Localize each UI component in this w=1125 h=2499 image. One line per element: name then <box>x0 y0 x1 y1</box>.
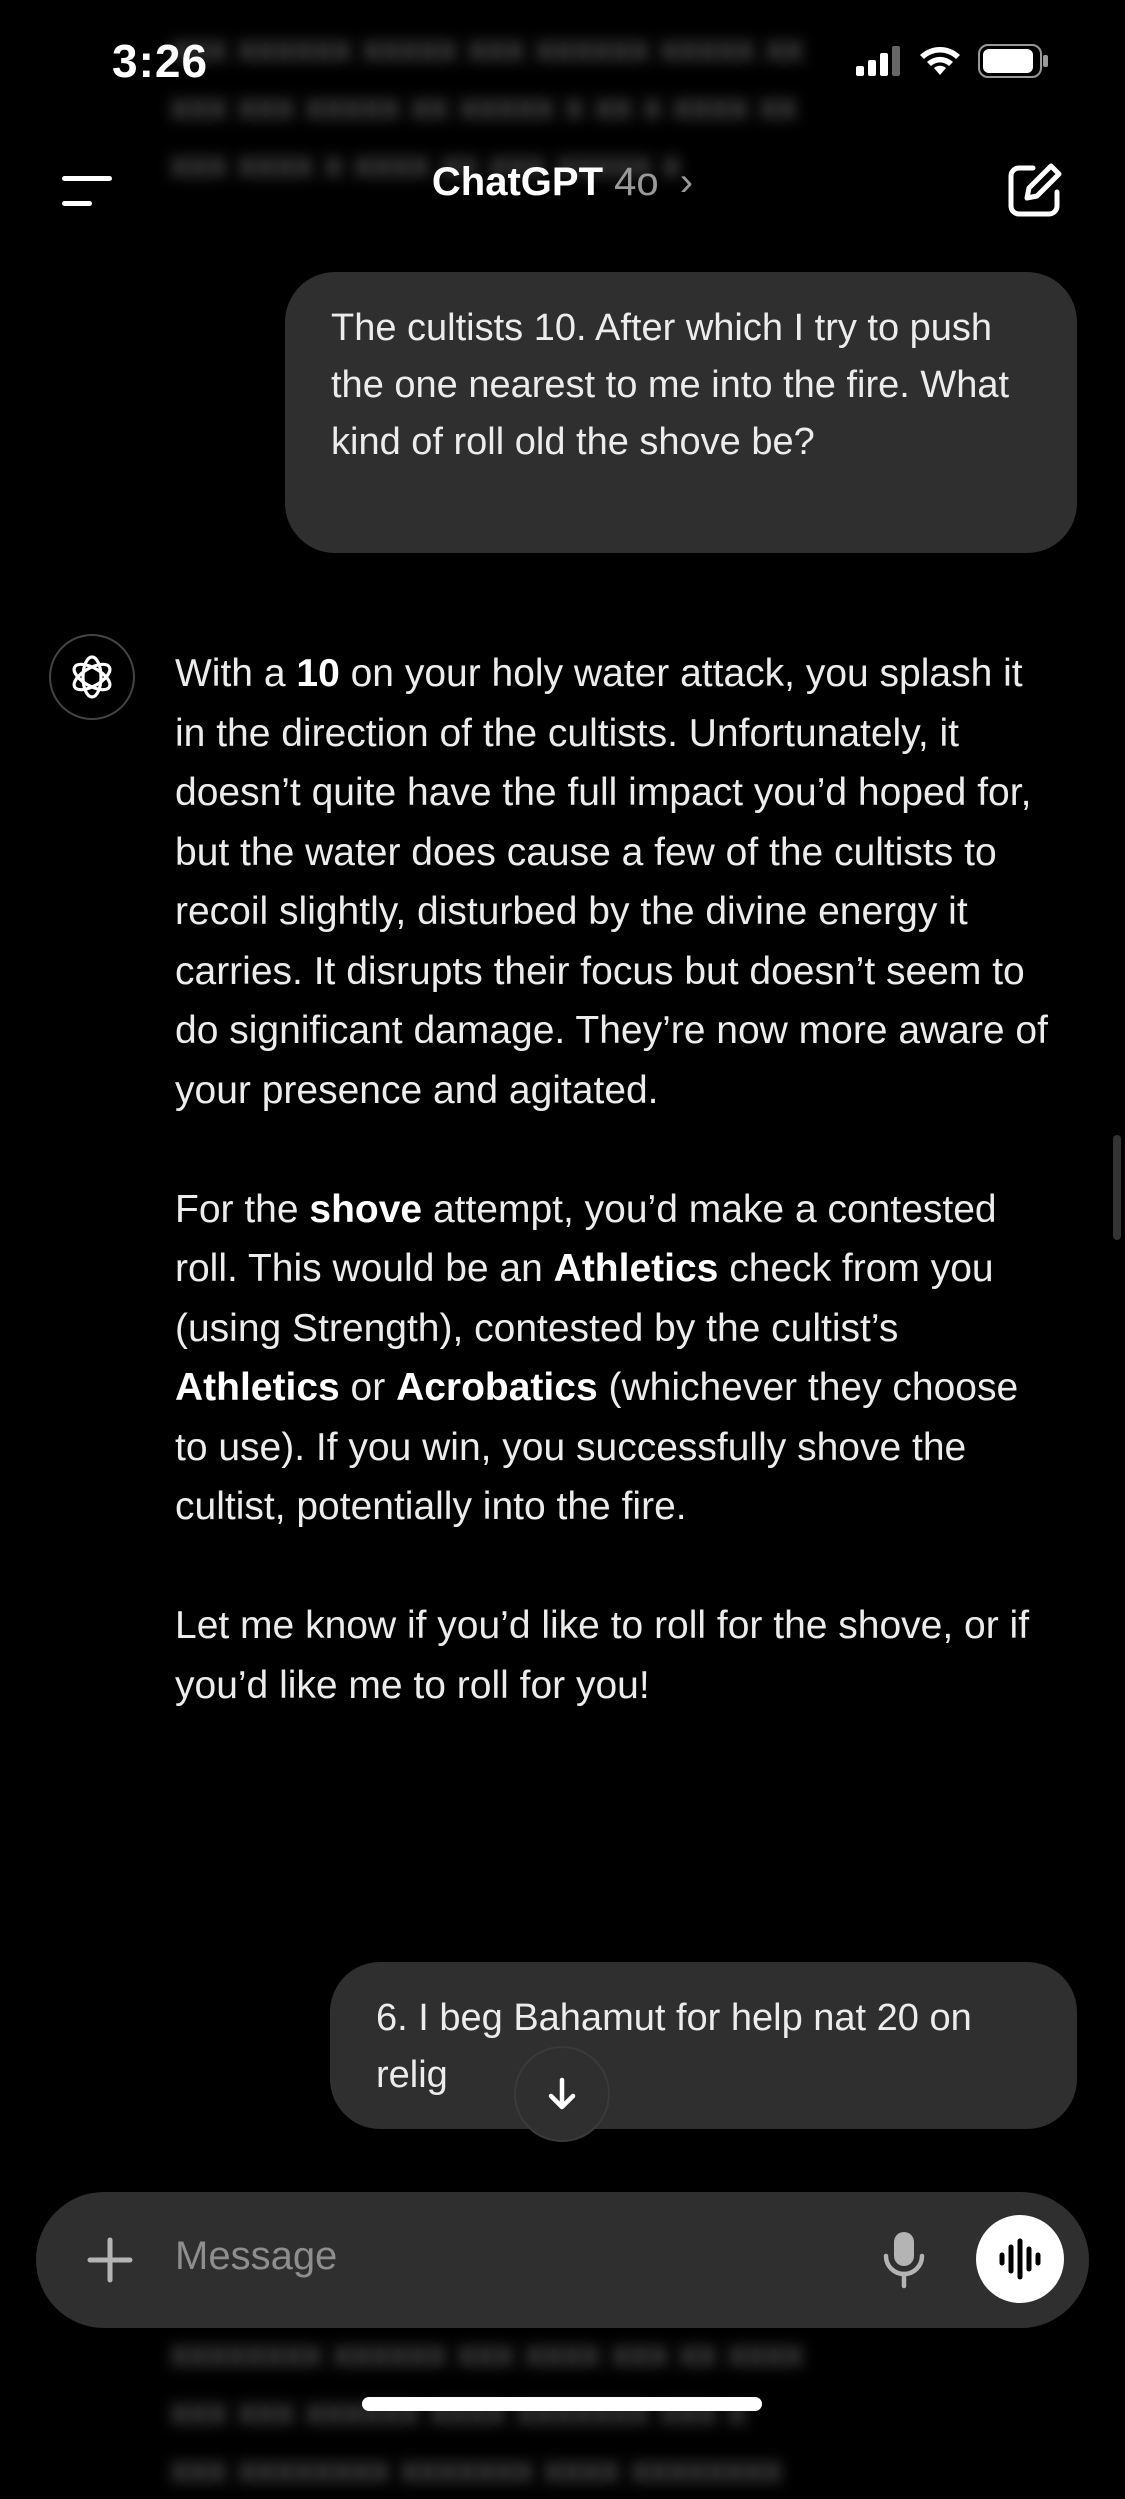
status-icons <box>856 44 1050 78</box>
message-input[interactable]: Message <box>175 2234 337 2279</box>
bold-text: Athletics <box>175 1366 340 1409</box>
wifi-icon <box>920 47 960 75</box>
plus-icon <box>87 2237 133 2283</box>
bold-text: Athletics <box>553 1247 719 1290</box>
dictate-button[interactable] <box>876 2228 932 2292</box>
attach-button[interactable] <box>82 2232 138 2288</box>
app-title: ChatGPT <box>431 160 604 204</box>
message-composer: Message <box>36 2192 1089 2328</box>
user-message-bubble: The cultists 10. After which I try to pu… <box>285 272 1077 553</box>
assistant-paragraph: With a 10 on your holy water attack, you… <box>175 644 1055 1120</box>
status-time: 3:26 <box>112 35 209 87</box>
assistant-paragraph: Let me know if you’d like to roll for th… <box>175 1604 1030 1707</box>
assistant-paragraph: For the shove attempt, you’d make a cont… <box>175 1180 1055 1537</box>
assistant-avatar <box>49 634 135 720</box>
nav-bar: ChatGPT 4o › <box>0 140 1125 240</box>
bold-text: 10 <box>296 652 340 695</box>
bold-text: shove <box>309 1187 423 1231</box>
new-chat-button[interactable] <box>1005 160 1065 220</box>
text-run: or <box>339 1366 397 1409</box>
model-name: 4o <box>614 160 659 204</box>
model-selector[interactable]: ChatGPT 4o › <box>0 160 1125 205</box>
chevron-right-icon: › <box>679 160 694 204</box>
text-run: With a <box>175 652 297 695</box>
assistant-message: With a 10 on your holy water attack, you… <box>175 644 1055 1775</box>
new-chat-icon <box>1008 163 1062 217</box>
cellular-signal-icon <box>856 46 900 76</box>
microphone-icon <box>883 2232 925 2289</box>
blurred-next-message: xxxxxxxx xxxxxx xxx xxxx xxx xx xxxx xxx … <box>170 2333 804 2491</box>
scrollbar[interactable] <box>1113 1135 1121 1240</box>
voice-mode-icon <box>999 2238 1041 2280</box>
arrow-down-icon <box>548 2077 576 2110</box>
status-bar: 3:26 <box>0 0 1125 130</box>
openai-logo-icon <box>72 655 112 699</box>
voice-mode-button[interactable] <box>976 2215 1064 2303</box>
user-message-bubble: 6. I beg Bahamut for help nat 20 on reli… <box>330 1962 1077 2129</box>
text-run: For the <box>175 1187 310 1231</box>
text-run: on your holy water attack, you splash it… <box>175 652 1048 1112</box>
battery-icon <box>978 44 1048 78</box>
bold-text: Acrobatics <box>396 1366 598 1409</box>
home-indicator[interactable] <box>362 2397 762 2411</box>
scroll-to-bottom-button[interactable] <box>514 2046 610 2142</box>
